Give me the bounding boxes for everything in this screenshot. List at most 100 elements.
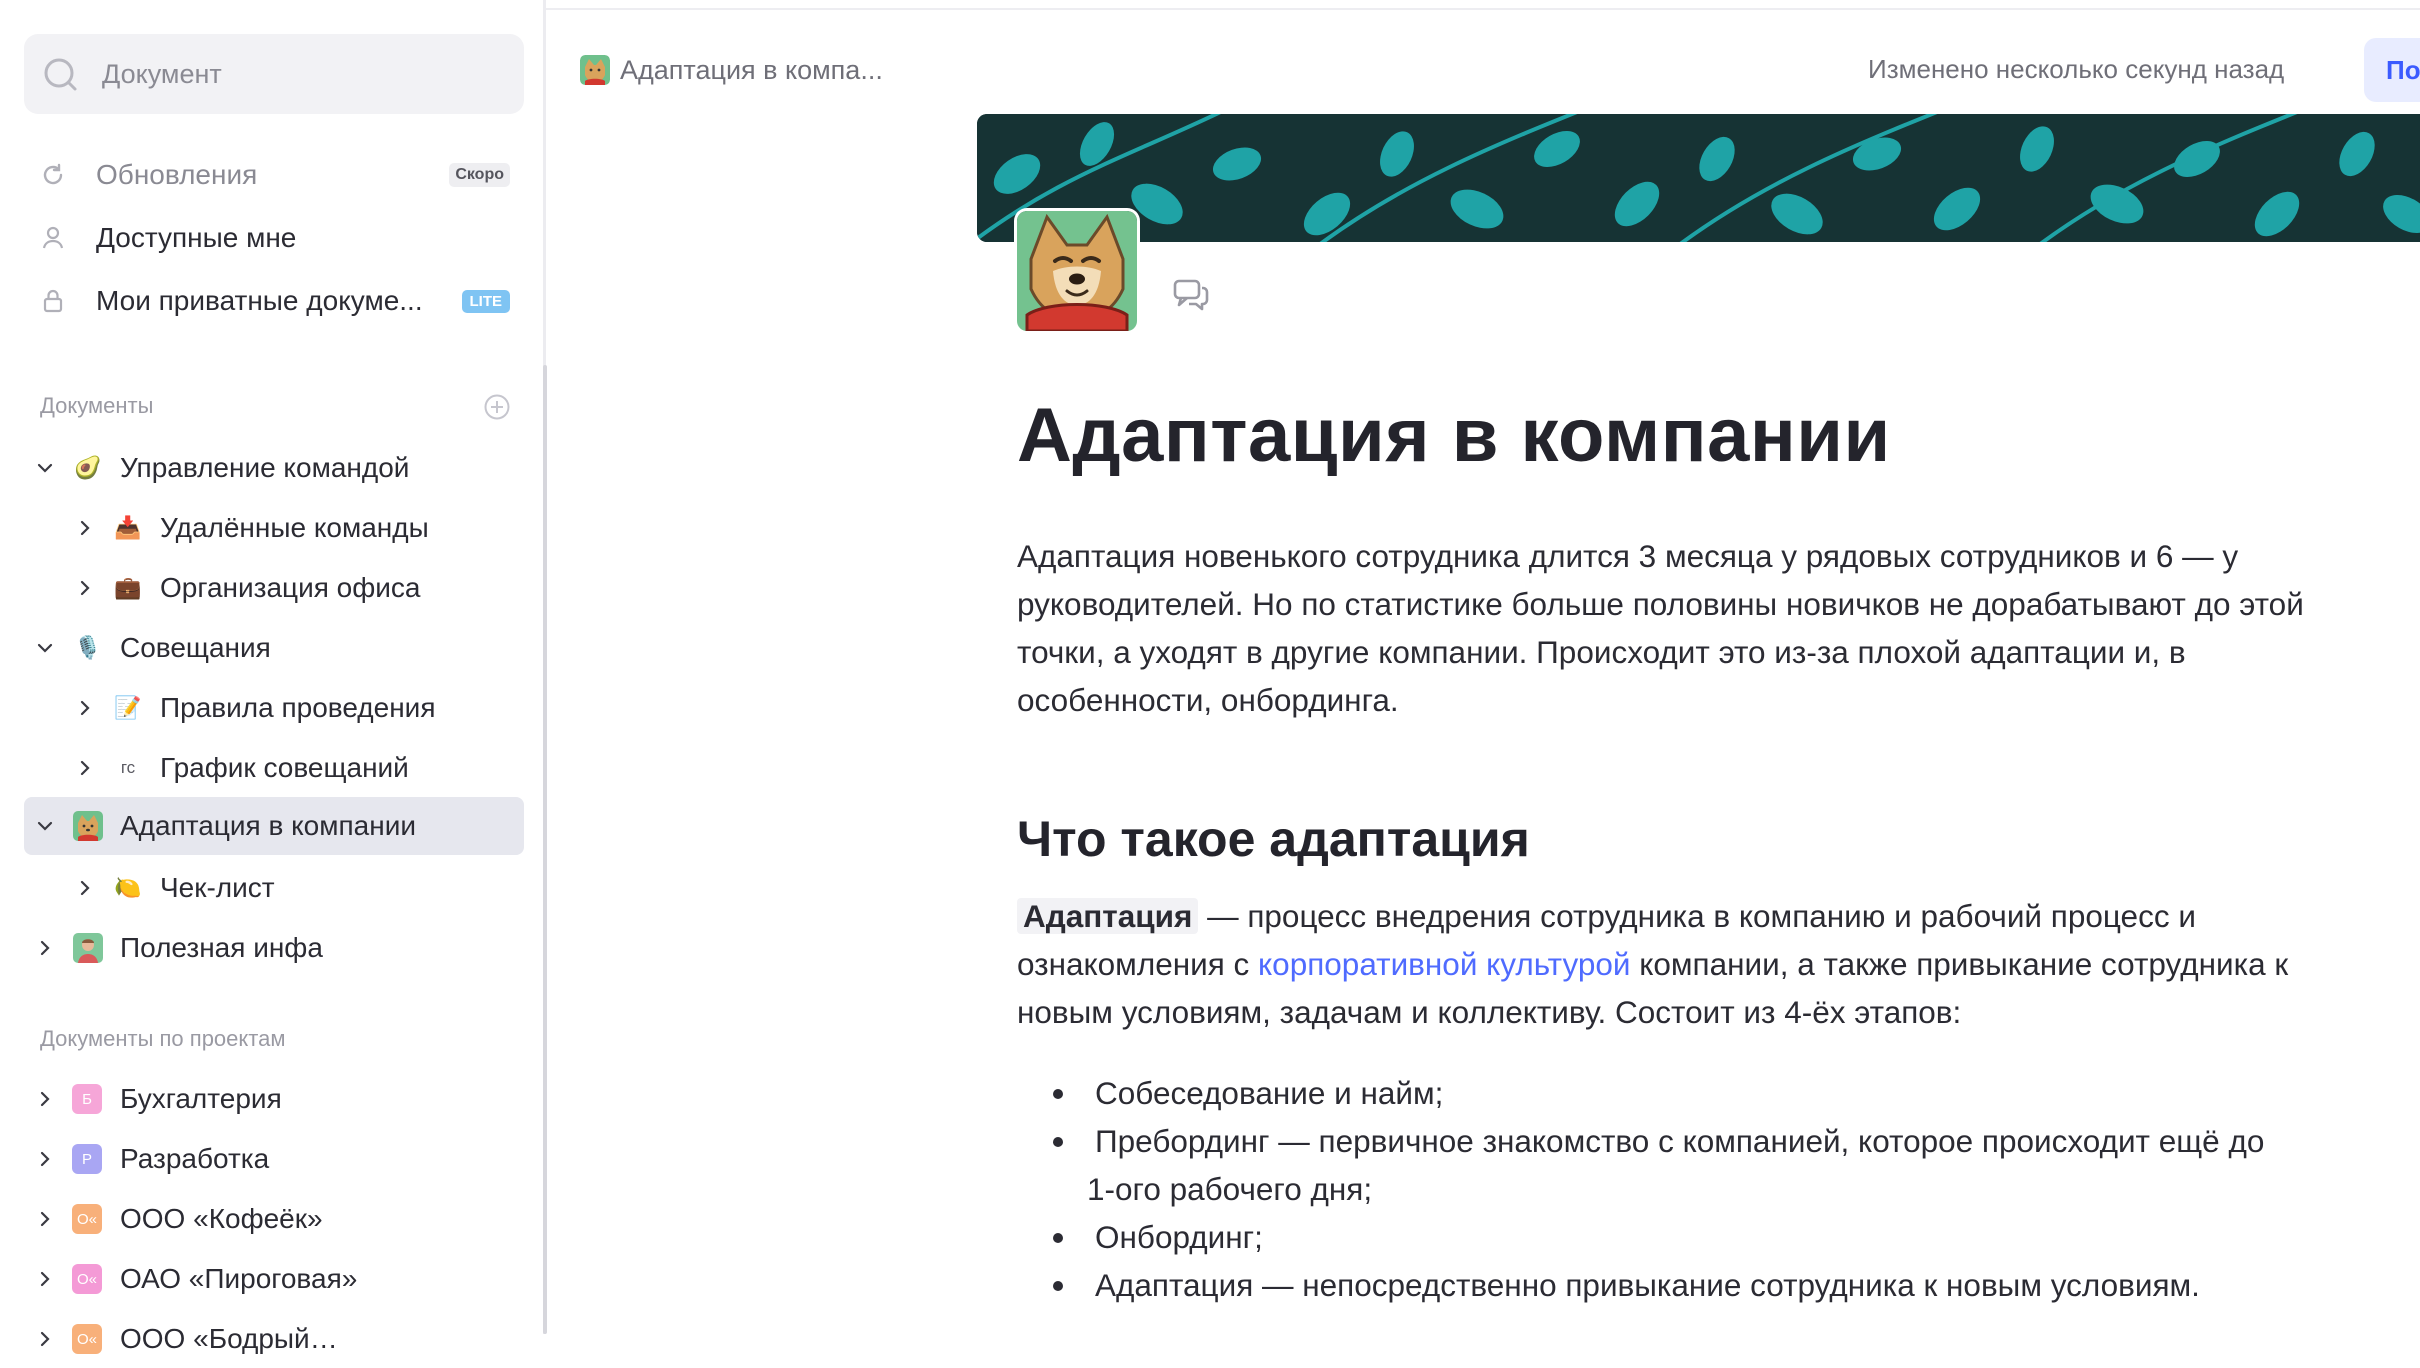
memo-icon: 📝 <box>114 695 142 720</box>
list-item[interactable]: Онбординг; <box>1017 1213 2377 1261</box>
tree-item-label: График совещаний <box>160 752 409 783</box>
share-button[interactable]: По <box>2364 38 2420 102</box>
tree-item-remote-teams[interactable]: 📥 Удалённые команды <box>24 499 524 557</box>
list-item[interactable]: Пребординг — первичное знакомство с комп… <box>1017 1117 2377 1165</box>
refresh-icon <box>40 162 66 188</box>
project-letter-icon: О« <box>72 1324 102 1354</box>
briefcase-icon: 💼 <box>114 575 142 600</box>
cover-image[interactable] <box>977 114 2420 242</box>
bullet-dot <box>1053 1089 1063 1099</box>
chevron-right-icon[interactable] <box>34 1088 56 1110</box>
project-letter-icon: О« <box>72 1264 102 1294</box>
avocado-icon: 🥑 <box>74 455 102 480</box>
add-document-icon[interactable] <box>483 393 511 421</box>
tree-item-pirogovaya[interactable]: О« ОАО «Пироговая» <box>24 1250 524 1308</box>
user-icon <box>40 225 66 251</box>
tree-item-meetings[interactable]: 🎙️ Совещания <box>24 619 524 677</box>
chevron-right-icon[interactable] <box>34 1328 56 1350</box>
tree-item-label: Адаптация в компании <box>120 810 416 841</box>
list-item-text: Собеседование и найм; <box>1095 1075 1444 1111</box>
person-avatar-icon <box>72 932 104 964</box>
soon-badge: Скоро <box>449 163 510 187</box>
chevron-right-icon[interactable] <box>34 1208 56 1230</box>
tree-item-team-management[interactable]: 🥑 Управление командой <box>24 439 524 497</box>
tree-item-development[interactable]: Р Разработка <box>24 1130 524 1188</box>
sidebar: Обновления Скоро Доступные мне Мои прива… <box>0 0 546 1354</box>
project-letter-icon: О« <box>72 1204 102 1234</box>
nav-shared[interactable]: Доступные мне <box>24 211 524 265</box>
tree-item-label: Удалённые команды <box>160 512 429 543</box>
tree-item-useful-info[interactable]: Полезная инфа <box>24 919 524 977</box>
tree-item-label: Полезная инфа <box>120 932 323 963</box>
bullet-dot <box>1053 1281 1063 1291</box>
tree-item-label: Управление командой <box>120 452 410 483</box>
lite-badge: LITE <box>461 289 510 313</box>
lemon-icon: 🍋 <box>114 875 142 900</box>
list-item-text: 1-ого рабочего дня; <box>1087 1171 1373 1207</box>
tree-item-label: Организация офиса <box>160 572 421 603</box>
fox-avatar-icon <box>72 810 104 842</box>
project-letter-icon: Б <box>72 1084 102 1114</box>
tree-item-office-organization[interactable]: 💼 Организация офиса <box>24 559 524 617</box>
breadcrumb[interactable]: Адаптация в компа... <box>580 50 883 90</box>
chevron-right-icon[interactable] <box>34 1268 56 1290</box>
chevron-down-icon[interactable] <box>34 815 56 837</box>
tree-item-label: ОАО «Пироговая» <box>120 1263 358 1294</box>
intro-paragraph[interactable]: Адаптация новенького сотрудника длится 3… <box>1017 532 2377 724</box>
tree-item-meeting-rules[interactable]: 📝 Правила проведения <box>24 679 524 737</box>
list-item-text: Онбординг; <box>1095 1219 1263 1255</box>
definition-paragraph[interactable]: Адаптация — процесс внедрения сотрудника… <box>1017 892 2377 1036</box>
search-box[interactable] <box>24 34 524 114</box>
stages-list: Собеседование и найм; Пребординг — перви… <box>1017 1069 2377 1309</box>
nav-updates[interactable]: Обновления Скоро <box>24 148 524 202</box>
tree-item-label: Чек-лист <box>160 872 275 903</box>
document-icon-avatar[interactable] <box>1017 211 1137 331</box>
tree-item-accounting[interactable]: Б Бухгалтерия <box>24 1070 524 1128</box>
inbox-icon: 📥 <box>114 515 142 540</box>
list-item-text: Адаптация — непосредственно привыкание с… <box>1095 1267 2200 1303</box>
search-input[interactable] <box>100 57 484 91</box>
chevron-right-icon[interactable] <box>74 697 96 719</box>
tree-item-label: ООО «Бодрый… <box>120 1323 338 1354</box>
documents-section-title: Документы <box>40 393 154 418</box>
fox-avatar-icon <box>1017 211 1137 331</box>
modified-status: Изменено несколько секунд назад <box>1868 54 2285 84</box>
tree-item-kofeek[interactable]: О« ООО «Кофеёк» <box>24 1190 524 1248</box>
comment-icon[interactable] <box>1173 278 1209 312</box>
tree-item-meeting-schedule[interactable]: ГС График совещаний <box>24 739 524 797</box>
nav-private[interactable]: Мои приватные докуме... LITE <box>24 274 524 328</box>
leaf-pattern <box>977 114 2420 242</box>
document-title[interactable]: Адаптация в компании <box>1017 392 1891 479</box>
tree-item-label: ООО «Кофеёк» <box>120 1203 323 1234</box>
list-item[interactable]: Адаптация — непосредственно привыкание с… <box>1017 1261 2377 1309</box>
sidebar-scrollbar[interactable] <box>543 365 547 1334</box>
chevron-right-icon[interactable] <box>34 1148 56 1170</box>
nav-shared-label: Доступные мне <box>96 222 297 253</box>
tree-item-adaptation[interactable]: Адаптация в компании <box>24 797 524 855</box>
search-icon <box>44 58 77 91</box>
tree-item-label: Разработка <box>120 1143 270 1174</box>
chevron-right-icon[interactable] <box>74 757 96 779</box>
tree-item-label: Бухгалтерия <box>120 1083 282 1114</box>
chevron-right-icon[interactable] <box>74 877 96 899</box>
tree-item-bodry[interactable]: О« ООО «Бодрый… <box>24 1310 524 1368</box>
tree-item-label: Правила проведения <box>160 692 436 723</box>
list-item-continuation[interactable]: 1-ого рабочего дня; <box>1017 1165 2377 1213</box>
chevron-right-icon[interactable] <box>74 517 96 539</box>
chevron-right-icon[interactable] <box>34 937 56 959</box>
tree-item-checklist[interactable]: 🍋 Чек-лист <box>24 859 524 917</box>
fox-avatar-icon <box>580 55 610 85</box>
culture-link[interactable]: корпоративной культурой <box>1258 946 1630 982</box>
chevron-down-icon[interactable] <box>34 637 56 659</box>
list-item[interactable]: Собеседование и найм; <box>1017 1069 2377 1117</box>
project-letter-icon: Р <box>72 1144 102 1174</box>
tree-item-label: Совещания <box>120 632 271 663</box>
list-item-text: Пребординг — первичное знакомство с комп… <box>1095 1123 2265 1159</box>
initials-icon: ГС <box>120 758 136 777</box>
section-heading[interactable]: Что такое адаптация <box>1017 810 1530 868</box>
breadcrumb-label: Адаптация в компа... <box>620 54 883 85</box>
projects-section-title: Документы по проектам <box>40 1026 286 1051</box>
chevron-down-icon[interactable] <box>34 457 56 479</box>
chevron-right-icon[interactable] <box>74 577 96 599</box>
lock-icon <box>40 288 66 314</box>
